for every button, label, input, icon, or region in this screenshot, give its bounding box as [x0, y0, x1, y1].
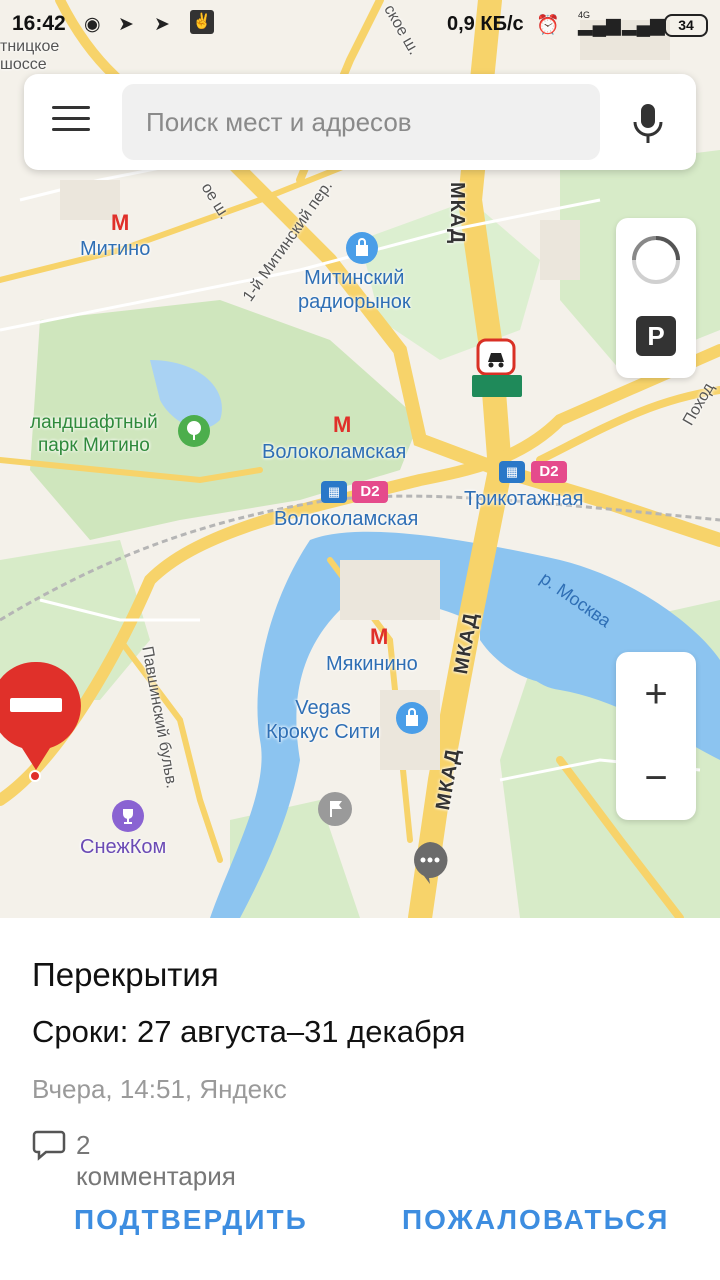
metro-icon: M	[370, 624, 389, 649]
incident-sheet: Перекрытия Сроки: 27 августа–31 декабря …	[0, 918, 720, 1280]
menu-icon[interactable]	[52, 106, 90, 138]
signal-icon: ▂▄▆	[622, 15, 665, 36]
status-time: 16:42	[12, 12, 66, 35]
search-bar	[24, 74, 696, 170]
park-icon[interactable]	[178, 415, 210, 447]
chat-marker-icon[interactable]	[410, 840, 450, 886]
traffic-segment-badge	[472, 375, 522, 397]
train-icon: ▦	[321, 481, 347, 503]
place-label-mitinsky-market[interactable]: Митинский радиорынок	[298, 266, 411, 314]
place-label-volokolamskaya-rail[interactable]: Волоколамская	[274, 507, 418, 531]
confirm-button[interactable]: ПОДТВЕРДИТЬ	[74, 1204, 308, 1236]
comment-icon	[32, 1130, 66, 1161]
app-notification-icon: ✌	[190, 10, 214, 34]
comments-count: 2 комментария	[76, 1130, 236, 1191]
microphone-icon[interactable]	[630, 102, 666, 146]
incident-dates: Сроки: 27 августа–31 декабря	[32, 1014, 466, 1049]
signal-icon: ▂▄▆	[578, 15, 621, 36]
place-label-snezhkom[interactable]: СнежКом	[80, 836, 166, 859]
search-input[interactable]	[122, 84, 600, 160]
traffic-loading-icon[interactable]	[630, 234, 682, 286]
d2-badge: D2	[352, 481, 388, 503]
place-label-volokolamskaya-metro[interactable]: Волоколамская	[262, 440, 406, 464]
shopping-icon[interactable]	[346, 232, 378, 264]
metro-icon: M	[333, 412, 352, 437]
battery-indicator: 34	[664, 14, 708, 37]
notification-icon: ◉	[84, 14, 101, 35]
place-label-park-mitino[interactable]: ландшафтный парк Митино	[30, 411, 158, 457]
train-icon: ▦	[499, 461, 525, 483]
alarm-icon: ⏰	[536, 15, 560, 36]
place-label-mitino[interactable]: Митино	[80, 237, 150, 261]
place-label-myakinino[interactable]: Мякинино	[326, 652, 418, 676]
map-layers-panel: P	[616, 218, 696, 378]
parking-icon[interactable]: P	[636, 316, 676, 356]
road-closure-marker[interactable]	[0, 660, 82, 784]
zoom-out-button[interactable]: −	[616, 736, 696, 820]
network-speed: 0,9 КБ/с	[447, 13, 524, 35]
report-button[interactable]: ПОЖАЛОВАТЬСЯ	[402, 1204, 669, 1236]
status-bar: 16:42 ◉ ➤ ➤ ✌ 0,9 КБ/с ⏰ 4G ▂▄▆ ▂▄▆ 34	[0, 0, 720, 50]
metro-icon: M	[111, 210, 130, 235]
shopping-icon[interactable]	[396, 702, 428, 734]
incident-title: Перекрытия	[32, 956, 219, 993]
zoom-controls: + −	[616, 652, 696, 820]
d2-badge: D2	[531, 461, 567, 483]
telegram-icon: ➤	[154, 14, 170, 35]
place-label-trikotazhnaya[interactable]: Трикотажная	[464, 487, 583, 511]
telegram-icon: ➤	[118, 14, 134, 35]
place-label-vegas[interactable]: Vegas Крокус Сити	[266, 696, 380, 744]
trophy-icon[interactable]	[112, 800, 144, 832]
mkad-label-top: МКАД	[446, 182, 468, 245]
zoom-in-button[interactable]: +	[616, 652, 696, 736]
incident-meta: Вчера, 14:51, Яндекс	[32, 1074, 287, 1104]
accident-marker-icon[interactable]	[476, 338, 516, 378]
flag-icon[interactable]	[318, 792, 352, 826]
